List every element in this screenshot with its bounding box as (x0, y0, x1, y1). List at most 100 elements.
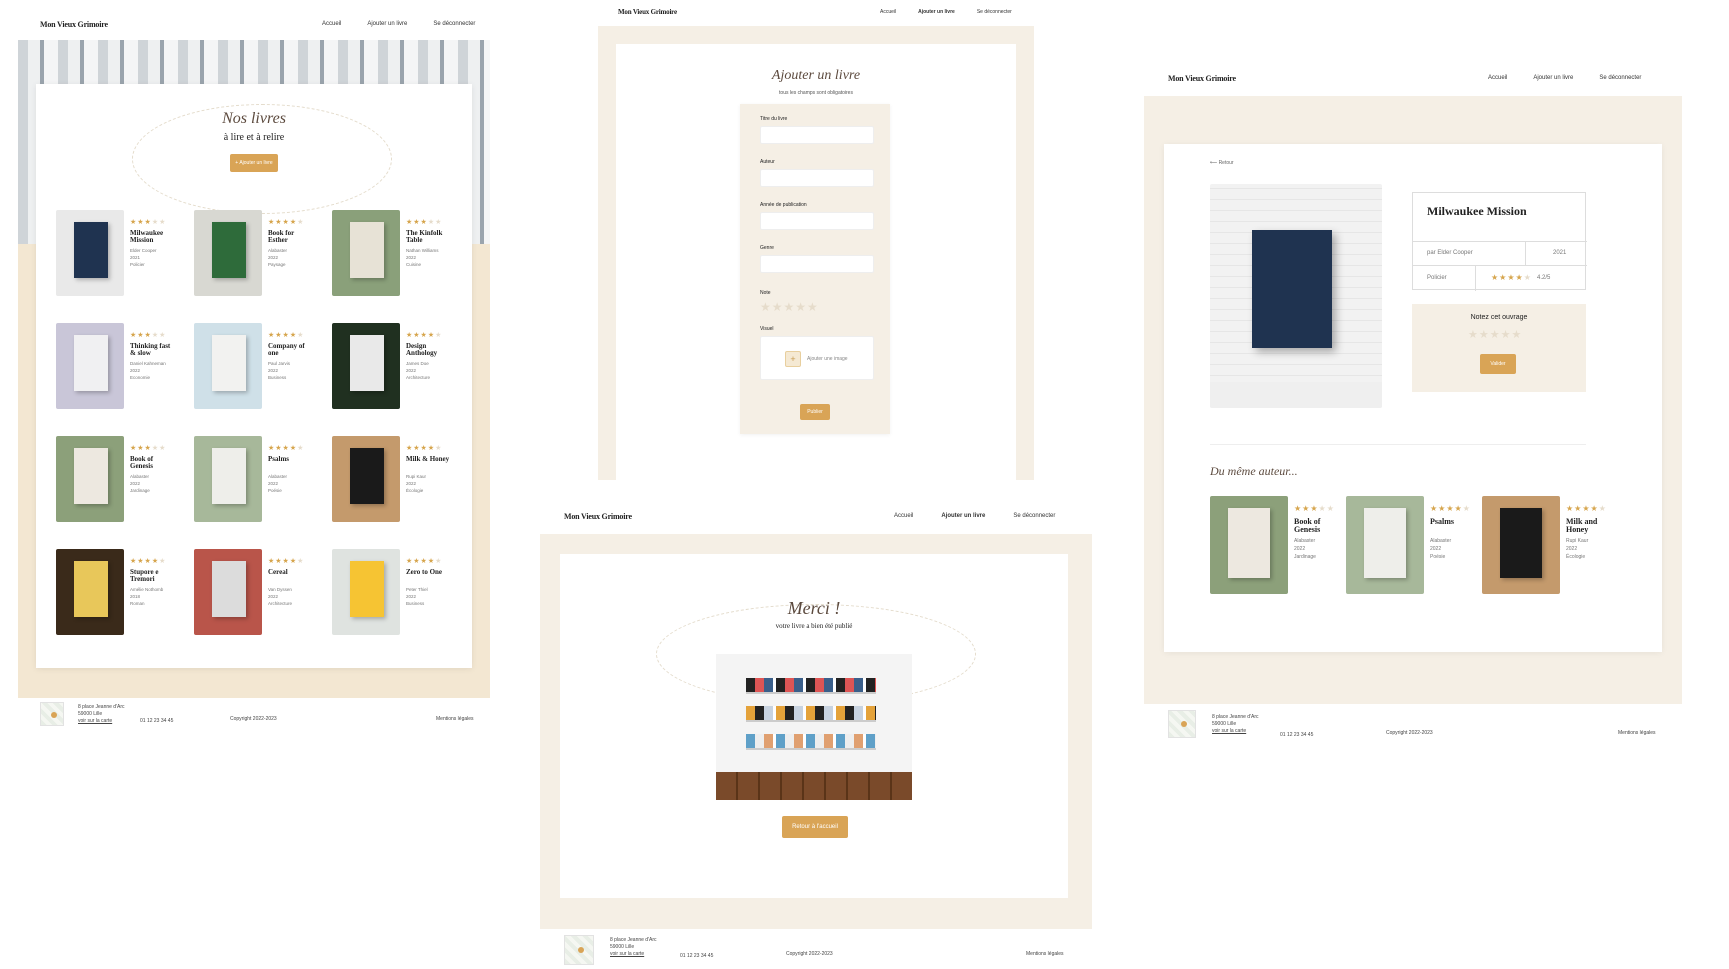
book-cover[interactable] (332, 436, 400, 522)
book-title[interactable]: Psalms (268, 456, 312, 463)
book-card[interactable]: ★★★★★ Thinking fast & slow Daniel Kahneman… (56, 323, 186, 413)
rating-stars: ★★★★★ (406, 558, 443, 565)
map-link[interactable]: voir sur la carte (1212, 728, 1259, 735)
book-card[interactable]: ★★★★★ Company of one Paul Jarvis 2022 Busine… (194, 323, 324, 413)
book-card[interactable]: ★★★★★ Psalms Alabaster 2022 Poésie (194, 436, 324, 526)
book-title[interactable]: Company of one (268, 343, 312, 357)
book-cover[interactable] (56, 436, 124, 522)
nav-logout[interactable]: Se déconnecter (977, 9, 1012, 15)
home-screen: Mon Vieux Grimoire Accueil Ajouter un li… (18, 10, 490, 730)
footer-legal-link[interactable]: Mentions légales (436, 716, 474, 722)
header: Mon Vieux Grimoire Accueil Ajouter un li… (1144, 60, 1682, 96)
book-genre: Jardinage (1294, 553, 1316, 560)
book-cover[interactable] (194, 549, 262, 635)
book-card[interactable]: ★★★★★ Book for Esther Alabaster 2022 Paysage (194, 210, 324, 300)
nav-logout[interactable]: Se déconnecter (1599, 75, 1641, 81)
book-title[interactable]: Book of Genesis (1294, 518, 1338, 534)
book-cover[interactable] (1482, 496, 1560, 594)
nav-add-book[interactable]: Ajouter un livre (941, 513, 985, 519)
book-card[interactable]: ★★★★★ Psalms Alabaster 2022 Poésie (1346, 496, 1476, 596)
plus-icon[interactable]: + (785, 351, 801, 367)
book-cover[interactable] (332, 323, 400, 409)
note-stars[interactable]: ★★★★★ (760, 300, 819, 314)
book-card[interactable]: ★★★★★ Stupore e Tremori Amélie Nothomb 2018… (56, 549, 186, 639)
map-link[interactable]: voir sur la carte (78, 718, 125, 725)
text-input[interactable] (760, 255, 874, 273)
book-title[interactable]: Milk and Honey (1566, 518, 1610, 534)
back-home-button[interactable]: Retour à l'accueil (782, 816, 848, 838)
brand-logo[interactable]: Mon Vieux Grimoire (564, 512, 632, 521)
book-card[interactable]: ★★★★★ Milk & Honey Rupi Kaur 2022 Écologie (332, 436, 462, 526)
book-genre: Architecture (406, 374, 431, 380)
validate-rating-button[interactable]: Valider (1480, 354, 1516, 374)
book-card[interactable]: ★★★★★ Book of Genesis Alabaster 2022 Jardina… (56, 436, 186, 526)
book-title[interactable]: Zero to One (406, 569, 450, 576)
nav-home[interactable]: Accueil (322, 21, 341, 27)
book-year: 2022 (268, 254, 279, 260)
nav-home[interactable]: Accueil (894, 513, 913, 519)
rating-stars: ★★★★★ (130, 332, 167, 339)
book-card[interactable]: ★★★★★ Book of Genesis Alabaster 2022 Jardina… (1210, 496, 1340, 596)
book-title[interactable]: Book for Esther (268, 230, 312, 244)
book-title[interactable]: Book of Genesis (130, 456, 174, 470)
book-card[interactable]: ★★★★★ The Kinfolk Table Nathan Williams 202… (332, 210, 462, 300)
brand-logo[interactable]: Mon Vieux Grimoire (40, 20, 108, 29)
book-author: Amélie Nothomb (130, 587, 164, 592)
book-card[interactable]: ★★★★★ Design Anthology James Doe 2022 Archit… (332, 323, 462, 413)
add-book-button[interactable]: + Ajouter un livre (230, 154, 278, 172)
footer-legal-link[interactable]: Mentions légales (1618, 730, 1656, 736)
book-rating-text: 4.2/5 (1537, 275, 1551, 281)
field-label: Genre (760, 245, 774, 251)
book-cover[interactable] (194, 210, 262, 296)
book-genre: Écologie (406, 487, 424, 493)
nav-logout[interactable]: Se déconnecter (433, 21, 475, 27)
nav-add-book[interactable]: Ajouter un livre (918, 9, 955, 15)
book-card[interactable]: ★★★★★ Cereal Van Dyssen 2022 Architecture (194, 549, 324, 639)
book-title[interactable]: Design Anthology (406, 343, 450, 357)
brand-logo[interactable]: Mon Vieux Grimoire (1168, 74, 1236, 83)
book-title[interactable]: Psalms (1430, 518, 1474, 526)
book-author: Alabaster (1430, 538, 1452, 544)
book-card[interactable]: ★★★★★ Milk and Honey Rupi Kaur 2022 Écologie (1482, 496, 1612, 596)
book-cover[interactable] (1346, 496, 1424, 594)
text-input[interactable] (760, 126, 874, 144)
nav-logout[interactable]: Se déconnecter (1013, 513, 1055, 519)
footer-legal-link[interactable]: Mentions légales (1026, 951, 1064, 957)
brand-logo[interactable]: Mon Vieux Grimoire (618, 8, 677, 16)
text-input[interactable] (760, 169, 874, 187)
nav-home[interactable]: Accueil (880, 9, 896, 15)
book-title[interactable]: The Kinfolk Table (406, 230, 450, 244)
book-meta: Rupi Kaur 2022 Écologie (406, 474, 426, 495)
text-input[interactable] (760, 212, 874, 230)
book-cover[interactable] (56, 210, 124, 296)
nav-add-book[interactable]: Ajouter un livre (1533, 75, 1573, 81)
book-title[interactable]: Milwaukee Mission (130, 230, 174, 244)
book-author: Alabaster (1294, 538, 1316, 544)
nav-add-book[interactable]: Ajouter un livre (367, 21, 407, 27)
book-card[interactable]: ★★★★★ Milwaukee Mission Elder Cooper 2021 Po… (56, 210, 186, 300)
nav-home[interactable]: Accueil (1488, 75, 1507, 81)
map-thumbnail[interactable] (564, 935, 594, 965)
book-cover[interactable] (332, 549, 400, 635)
rate-stars[interactable]: ★★★★★ (1468, 328, 1522, 341)
book-title[interactable]: Thinking fast & slow (130, 343, 174, 357)
form-card: Ajouter un livre tous les champs sont ob… (616, 44, 1016, 480)
back-link[interactable]: ⟵ Retour (1210, 160, 1234, 166)
rating-stars: ★★★★★ (1566, 504, 1607, 513)
image-upload[interactable]: + Ajouter une image (760, 336, 874, 380)
book-cover[interactable] (1210, 496, 1288, 594)
book-cover[interactable] (194, 436, 262, 522)
book-cover[interactable] (332, 210, 400, 296)
book-card[interactable]: ★★★★★ Zero to One Peter Thiel 2022 Business (332, 549, 462, 639)
book-title[interactable]: Cereal (268, 569, 312, 576)
confirmation-screen: Mon Vieux Grimoire Accueil Ajouter un li… (540, 500, 1092, 969)
publish-button[interactable]: Publier (800, 404, 830, 420)
book-cover[interactable] (56, 549, 124, 635)
book-title[interactable]: Stupore e Tremori (130, 569, 174, 583)
map-thumbnail[interactable] (1168, 710, 1196, 738)
map-thumbnail[interactable] (40, 702, 64, 726)
book-cover[interactable] (56, 323, 124, 409)
book-title[interactable]: Milk & Honey (406, 456, 450, 463)
book-cover[interactable] (194, 323, 262, 409)
map-link[interactable]: voir sur la carte (610, 951, 657, 958)
